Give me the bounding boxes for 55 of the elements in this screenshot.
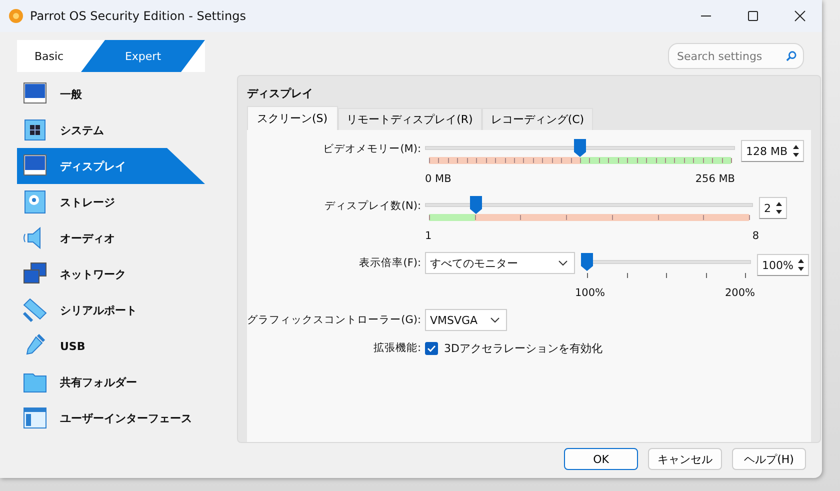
up-down-arrows-icon <box>797 257 806 273</box>
sidebar-item[interactable]: システム <box>17 112 205 148</box>
spin-box[interactable]: 2 <box>759 197 787 219</box>
checkbox-label: 3Dアクセラレーションを有効化 <box>444 340 602 356</box>
sidebar-item[interactable]: 共有フォルダー <box>17 364 205 400</box>
section-title: ディスプレイ <box>247 86 314 102</box>
min-label: 1 <box>425 230 432 242</box>
field-label: グラフィックスコントローラー(G): <box>247 313 422 328</box>
chevron-icon <box>558 260 568 266</box>
maximize-icon[interactable] <box>747 10 759 22</box>
field-label: 表示倍率(F): <box>358 256 422 271</box>
field-label: ビデオメモリー(M): <box>322 142 422 157</box>
sidebar-item[interactable]: ストレージ <box>17 184 205 220</box>
sidebar-item[interactable]: ユーザーインターフェース <box>17 400 205 436</box>
search-box[interactable]: Search settings <box>668 43 804 69</box>
max-label: 8 <box>752 230 759 242</box>
tab[interactable]: リモートディスプレイ(R) <box>338 108 482 130</box>
slider-thumb[interactable] <box>470 196 482 214</box>
search-icon <box>786 50 797 62</box>
window-title: Parrot OS Security Edition - Settings <box>30 9 246 23</box>
slider[interactable] <box>425 138 735 164</box>
search-field[interactable]: Search settings <box>677 50 786 62</box>
dropdown[interactable]: すべてのモニター <box>425 252 575 274</box>
tab[interactable]: スクリーン(S) <box>247 106 338 130</box>
dialog-button[interactable]: キャンセル <box>648 448 722 470</box>
chevron-icon <box>490 317 500 323</box>
checkbox[interactable] <box>425 342 438 354</box>
min-label: 100% <box>575 287 606 299</box>
chip-icon <box>22 117 48 143</box>
sidebar-item[interactable]: シリアルポート <box>17 292 205 328</box>
sidebar-item[interactable]: ネットワーク <box>17 256 205 292</box>
dropdown[interactable]: VMSVGA <box>425 309 507 331</box>
sidebar-item[interactable]: オーディオ <box>17 220 205 256</box>
spin-box[interactable]: 128 MB <box>741 140 804 162</box>
dialog-button[interactable]: ヘルプ(H) <box>732 448 806 470</box>
max-label: 256 MB <box>695 173 735 185</box>
dialog-button[interactable]: OK <box>564 448 638 470</box>
slider[interactable] <box>581 252 751 278</box>
mode-tab[interactable]: Expert <box>81 40 205 72</box>
slider-thumb[interactable] <box>581 253 593 271</box>
sidebar-item[interactable]: ディスプレイ <box>17 148 205 184</box>
tab[interactable]: レコーディング(C) <box>482 108 594 130</box>
field-label: ディスプレイ数(N): <box>323 199 422 214</box>
close-icon[interactable] <box>794 10 806 22</box>
slider[interactable] <box>425 195 753 221</box>
max-label: 200% <box>724 287 755 299</box>
min-label: 0 MB <box>425 173 452 185</box>
up-down-arrows-icon <box>792 143 800 159</box>
field-label: 拡張機能: <box>372 341 422 356</box>
sidebar-item[interactable]: USB <box>17 328 205 364</box>
slider-thumb[interactable] <box>574 139 586 157</box>
sidebar-item[interactable]: 一般 <box>17 76 205 112</box>
up-down-arrows-icon <box>775 200 783 216</box>
window-icon <box>22 405 48 431</box>
spin-box[interactable]: 100% <box>757 254 810 276</box>
